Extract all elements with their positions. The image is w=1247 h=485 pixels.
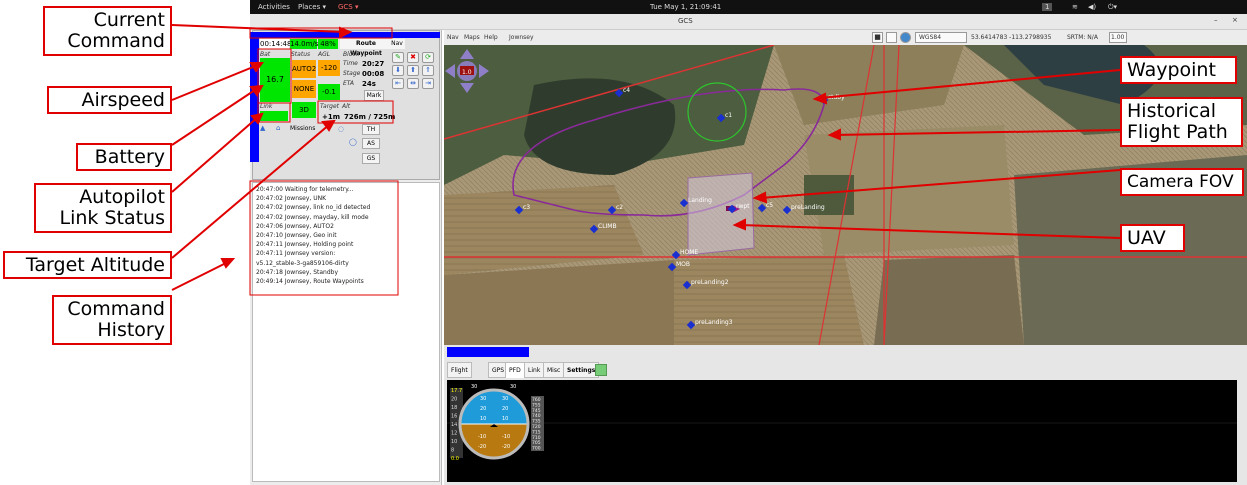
- callout-target-altitude: Target Altitude: [3, 251, 172, 279]
- callout-autopilot-link: Autopilot Link Status: [34, 183, 172, 233]
- callout-arrows: [171, 24, 1121, 296]
- callout-waypoint: Waypoint: [1120, 56, 1237, 84]
- callout-uav: UAV: [1120, 224, 1185, 252]
- callout-battery: Battery: [76, 143, 172, 171]
- callout-historical-path: Historical Flight Path: [1120, 97, 1243, 147]
- callout-airspeed: Airspeed: [47, 86, 172, 114]
- callout-current-command: Current Command: [43, 6, 172, 56]
- callout-command-history: Command History: [52, 295, 172, 345]
- callout-camera-fov: Camera FOV: [1120, 168, 1244, 196]
